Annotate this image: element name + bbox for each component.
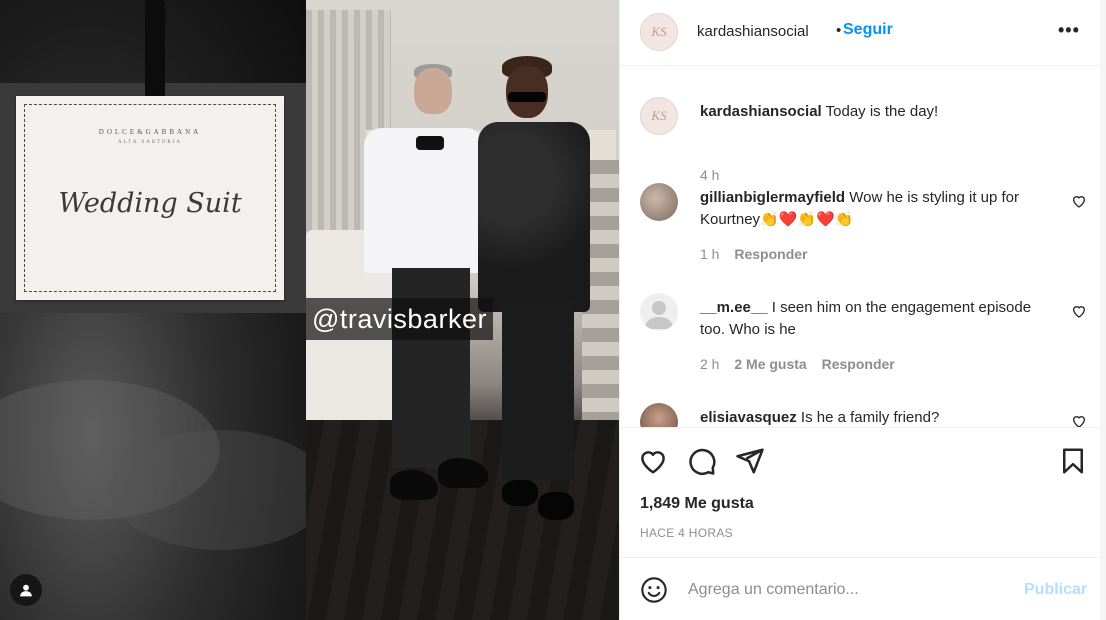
comment-meta: 2 h 2 Me gusta Responder [700, 356, 906, 372]
tagged-user-icon[interactable] [10, 574, 42, 606]
comment-username[interactable]: gillianbiglermayfield [700, 189, 845, 206]
bookmark-icon[interactable] [1058, 446, 1088, 476]
avatar[interactable]: KS [640, 97, 678, 135]
comment-meta: 4 h [700, 167, 730, 183]
follow-button[interactable]: Seguir [843, 21, 893, 39]
person-trousers [502, 300, 574, 480]
comment-body: Is he a family friend? [800, 409, 940, 426]
post-header: KS kardashiansocial • Seguir ••• [620, 0, 1106, 66]
shoe [502, 480, 538, 506]
comment-time: 1 h [700, 246, 720, 262]
scrollbar[interactable] [1100, 0, 1106, 620]
comment-text: gillianbiglermayfield Wow he is styling … [700, 187, 1055, 231]
likes-count[interactable]: 1,849 Me gusta [640, 495, 754, 513]
person-black-suit [478, 122, 590, 312]
comment-bubble-icon[interactable] [687, 446, 717, 476]
shoe [538, 492, 574, 520]
comment-username[interactable]: kardashiansocial [700, 103, 822, 120]
suit-tag-photo: DOLCE&GABBANA ALTA SARTORIA Wedding Suit [0, 0, 330, 620]
post-button[interactable]: Publicar [1024, 581, 1087, 599]
comment-text: elisiavasquez Is he a family friend? [700, 407, 1055, 427]
tag-title: Wedding Suit [58, 188, 242, 219]
avatar[interactable]: KS [640, 13, 678, 51]
comments-list[interactable]: KS kardashiansocial Today is the day! 4 … [620, 67, 1106, 427]
comment-text: __m.ee__ I seen him on the engagement ep… [700, 297, 1055, 341]
like-comment-heart-icon[interactable] [1071, 193, 1087, 209]
comment-username[interactable]: elisiavasquez [700, 409, 797, 426]
comment-body: Today is the day! [825, 103, 939, 120]
comment-meta: 1 h Responder [700, 246, 818, 262]
sunglasses [508, 92, 546, 102]
bow-tie [416, 136, 444, 150]
heart-icon[interactable] [638, 446, 668, 476]
comment-time: 2 h [700, 356, 720, 372]
comment-time: 4 h [700, 167, 720, 183]
like-comment-heart-icon[interactable] [1071, 413, 1087, 427]
paper-plane-icon[interactable] [735, 446, 765, 476]
like-comment-heart-icon[interactable] [1071, 303, 1087, 319]
post-sidebar: KS kardashiansocial • Seguir ••• KS kard… [619, 0, 1106, 620]
comment-composer: Publicar [620, 557, 1106, 620]
smiley-icon[interactable] [640, 576, 668, 604]
comment-likes[interactable]: 2 Me gusta [734, 356, 806, 372]
person-head [414, 68, 452, 114]
reply-button[interactable]: Responder [822, 356, 895, 372]
reply-button[interactable]: Responder [734, 246, 807, 262]
garment-tag: DOLCE&GABBANA ALTA SARTORIA Wedding Suit [16, 96, 284, 300]
tag-brand: DOLCE&GABBANA [98, 128, 202, 136]
comment-input[interactable] [688, 575, 1008, 605]
tag-subtitle: ALTA SARTORIA [117, 140, 183, 145]
comment-text: kardashiansocial Today is the day! [700, 101, 1055, 123]
more-options-icon[interactable]: ••• [1058, 20, 1080, 41]
post-timestamp[interactable]: HACE 4 HORAS [640, 526, 733, 540]
post-media[interactable]: DOLCE&GABBANA ALTA SARTORIA Wedding Suit… [0, 0, 619, 620]
mention-overlay: @travisbarker [306, 298, 493, 340]
separator-dot: • [836, 22, 842, 39]
comment-username[interactable]: __m.ee__ [700, 299, 768, 316]
author-username[interactable]: kardashiansocial [697, 23, 809, 40]
avatar[interactable] [640, 293, 678, 331]
fabric-fold [110, 430, 330, 550]
default-avatar-icon [645, 301, 673, 329]
avatar[interactable] [640, 183, 678, 221]
avatar[interactable] [640, 403, 678, 427]
user-silhouette-icon [20, 584, 32, 597]
post-actions: 1,849 Me gusta HACE 4 HORAS [620, 427, 1106, 557]
